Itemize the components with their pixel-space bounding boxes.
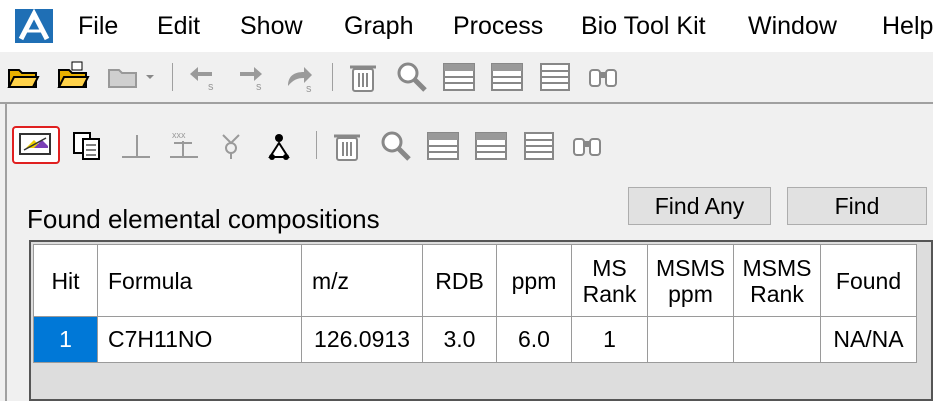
found-compositions-title: Found elemental compositions	[27, 204, 380, 234]
results-table: Hit Formula m/z RDB ppm MS Rank MSMS ppm M…	[33, 244, 917, 363]
xxx-marker-icon[interactable]: xxx	[166, 129, 200, 163]
copy-icon[interactable]	[70, 129, 104, 163]
svg-text:s: s	[256, 81, 262, 93]
col-ms-rank[interactable]: MS Rank	[571, 244, 648, 317]
col-msms-rank[interactable]: MSMS Rank	[733, 244, 821, 317]
redo-arrow-icon[interactable]: s	[234, 60, 268, 94]
main-toolbar: s s s	[0, 52, 933, 102]
toolbar-separator	[316, 131, 317, 159]
magnifier-icon[interactable]	[378, 129, 412, 163]
table-row[interactable]: 1 C7H11NO 126.0913 3.0 6.0 1 NA/NA	[33, 316, 917, 363]
table-view-icon[interactable]	[426, 129, 460, 163]
formula-editor-icon	[19, 133, 51, 155]
menu-edit[interactable]: Edit	[157, 12, 200, 41]
open-folder-alt-icon[interactable]	[56, 60, 90, 94]
folder-dropdown-icon[interactable]	[106, 60, 156, 94]
filter-icon[interactable]	[214, 129, 248, 163]
toolbar-separator	[332, 63, 333, 91]
cell-ppm[interactable]: 6.0	[496, 316, 572, 363]
toolbar-separator	[172, 63, 173, 91]
find-any-button[interactable]: Find Any	[628, 187, 771, 225]
col-mz[interactable]: m/z	[301, 244, 423, 317]
cell-msms-ppm[interactable]	[647, 316, 734, 363]
svg-text:s: s	[306, 83, 312, 94]
menu-help[interactable]: Help	[882, 12, 933, 41]
menu-bio-tool-kit[interactable]: Bio Tool Kit	[581, 12, 706, 41]
trash-icon[interactable]	[346, 60, 380, 94]
undo-arrow-icon[interactable]: s	[186, 60, 220, 94]
curved-arrow-icon[interactable]: s	[282, 60, 316, 95]
formula-editor-button[interactable]	[12, 126, 60, 164]
menu-window[interactable]: Window	[748, 12, 837, 41]
menu-file[interactable]: File	[78, 12, 118, 41]
col-hit[interactable]: Hit	[33, 244, 98, 317]
magnifier-icon[interactable]	[394, 60, 428, 94]
find-button[interactable]: Find	[787, 187, 927, 225]
menu-graph[interactable]: Graph	[344, 12, 413, 41]
cell-hit[interactable]: 1	[33, 316, 98, 363]
menu-bar: File Edit Show Graph Process Bio Tool Ki…	[0, 0, 933, 52]
table-view-alt-icon[interactable]	[490, 60, 524, 94]
cell-found[interactable]: NA/NA	[820, 316, 917, 363]
binoculars-icon[interactable]	[586, 60, 620, 94]
cell-rdb[interactable]: 3.0	[422, 316, 497, 363]
cell-ms-rank[interactable]: 1	[571, 316, 648, 363]
results-grid: Hit Formula m/z RDB ppm MS Rank MSMS ppm M…	[29, 240, 933, 401]
app-logo-icon[interactable]	[15, 9, 53, 43]
table-view-icon[interactable]	[442, 60, 476, 94]
col-rdb[interactable]: RDB	[422, 244, 497, 317]
col-found[interactable]: Found	[820, 244, 917, 317]
menu-show[interactable]: Show	[240, 12, 303, 41]
baseline-icon[interactable]	[118, 129, 152, 163]
col-ppm[interactable]: ppm	[496, 244, 572, 317]
person-spectrum-icon[interactable]	[262, 129, 296, 163]
list-view-icon[interactable]	[522, 129, 556, 163]
svg-text:xxx: xxx	[172, 130, 186, 140]
col-formula[interactable]: Formula	[97, 244, 302, 317]
list-view-icon[interactable]	[538, 60, 572, 94]
binoculars-icon[interactable]	[570, 129, 604, 163]
table-view-alt-icon[interactable]	[474, 129, 508, 163]
open-folder-icon[interactable]	[6, 60, 40, 94]
cell-mz[interactable]: 126.0913	[301, 316, 423, 363]
svg-text:s: s	[208, 81, 214, 93]
col-msms-ppm[interactable]: MSMS ppm	[647, 244, 734, 317]
cell-msms-rank[interactable]	[733, 316, 821, 363]
menu-process[interactable]: Process	[453, 12, 543, 41]
cell-formula[interactable]: C7H11NO	[97, 316, 302, 363]
trash-icon[interactable]	[330, 129, 364, 163]
table-header-row: Hit Formula m/z RDB ppm MS Rank MSMS ppm M…	[33, 244, 917, 317]
